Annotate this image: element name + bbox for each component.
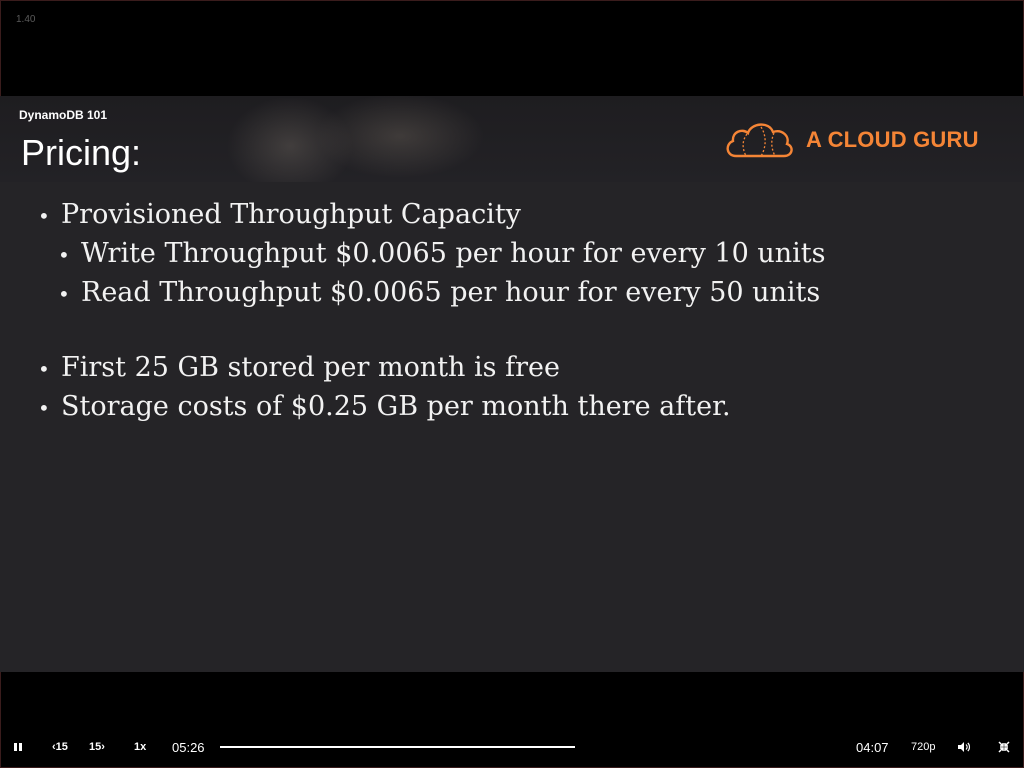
sub-bullet-item: • Write Throughput $0.0065 per hour for … [38, 235, 825, 274]
exit-fullscreen-icon [998, 741, 1010, 753]
video-area[interactable]: DynamoDB 101 Pricing: A CLOUD GURU • Pro… [0, 96, 1024, 672]
player-version: 1.40 [16, 14, 36, 25]
bullet-text: Storage costs of $0.25 GB per month ther… [61, 391, 731, 422]
player-controls: ‹ 15 15 › 1x 05:26 04:07 720p [0, 732, 1024, 762]
slide-title: Pricing: [21, 132, 142, 173]
course-title: DynamoDB 101 [19, 108, 108, 122]
bullet-dot-icon: • [38, 396, 50, 420]
sub-bullet-item: • Read Throughput $0.0065 per hour for e… [38, 274, 825, 313]
quality-button[interactable]: 720p [911, 732, 935, 762]
bullet-text: Provisioned Throughput Capacity [61, 199, 521, 230]
playback-speed-button[interactable]: 1x [134, 732, 146, 762]
remaining-time: 04:07 [856, 732, 889, 762]
bullet-item: • Storage costs of $0.25 GB per month th… [38, 388, 825, 427]
quality-label: 720p [911, 741, 936, 753]
brand-logo: A CLOUD GURU [722, 118, 979, 162]
bullet-dot-icon: • [58, 282, 70, 306]
volume-button[interactable] [957, 732, 971, 762]
cloud-logo-icon [726, 123, 793, 158]
playback-speed-label: 1x [134, 741, 147, 753]
forward-15-label: 15 [89, 741, 102, 753]
forward-15-button[interactable]: 15 › [89, 732, 105, 762]
bullet-dot-icon: • [38, 357, 50, 381]
elapsed-time: 05:26 [172, 732, 205, 762]
bullet-item: • First 25 GB stored per month is free [38, 349, 825, 388]
bullet-text: First 25 GB stored per month is free [61, 352, 560, 383]
bullet-spacer [38, 313, 825, 349]
elapsed-time-label: 05:26 [172, 739, 205, 755]
pause-button[interactable] [13, 732, 23, 762]
exit-fullscreen-button[interactable] [998, 732, 1010, 762]
volume-icon [958, 742, 971, 752]
brand-name: A CLOUD GURU [806, 127, 979, 152]
forward-chevron-icon: › [101, 741, 105, 753]
bullet-item: • Provisioned Throughput Capacity [38, 196, 825, 235]
bullet-dot-icon: • [38, 204, 50, 228]
rewind-15-button[interactable]: ‹ 15 [52, 732, 68, 762]
rewind-15-label: 15 [55, 741, 68, 753]
slide-header: DynamoDB 101 Pricing: A CLOUD GURU [0, 96, 1024, 182]
progress-bar[interactable] [220, 746, 575, 748]
bullet-dot-icon: • [58, 243, 70, 267]
bullet-text: Write Throughput $0.0065 per hour for ev… [81, 238, 826, 269]
remaining-time-label: 04:07 [856, 739, 889, 755]
bullet-text: Read Throughput $0.0065 per hour for eve… [81, 277, 821, 308]
pause-icon [14, 743, 22, 751]
bullet-list: • Provisioned Throughput Capacity • Writ… [38, 196, 825, 427]
